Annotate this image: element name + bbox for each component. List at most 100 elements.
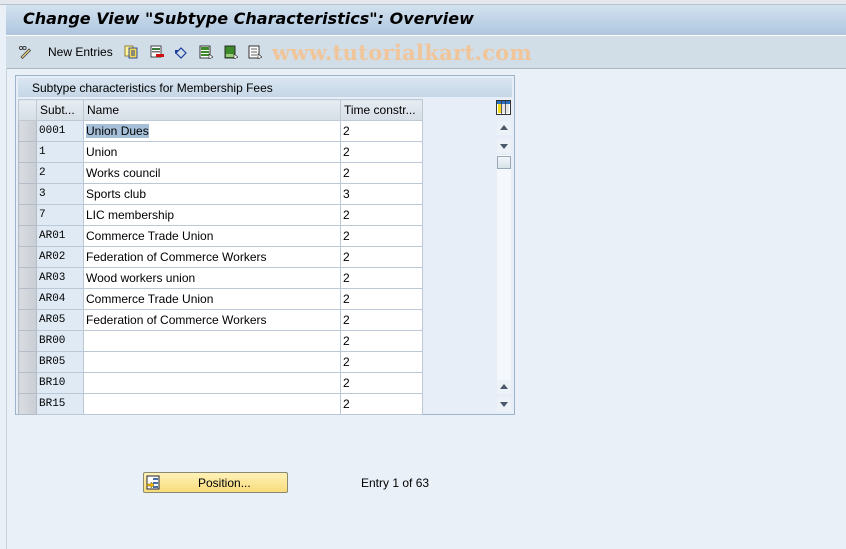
cell-subtype: AR03 [36, 267, 84, 289]
select-all-button[interactable] [199, 43, 213, 61]
table-row: 0001 Union Dues 2 [18, 120, 423, 142]
row-selector[interactable] [18, 267, 37, 289]
scroll-up-button[interactable] [497, 121, 511, 135]
cell-name-text: Commerce Trade Union [86, 229, 214, 243]
cell-time-constraint[interactable]: 2 [340, 393, 423, 415]
cell-name[interactable] [83, 372, 341, 394]
cell-subtype: AR02 [36, 246, 84, 268]
column-header-subtype[interactable]: Subt... [36, 99, 84, 121]
scroll-down-button[interactable] [497, 139, 511, 153]
table-row: 7 LIC membership 2 [18, 204, 423, 226]
new-entries-label: New Entries [48, 45, 113, 59]
cell-subtype: BR05 [36, 351, 84, 373]
data-table: Subt... Name Time constr... 0001 Union Du… [18, 99, 423, 415]
cell-time-constraint[interactable]: 2 [340, 225, 423, 247]
column-settings-button[interactable] [496, 100, 511, 115]
copy-icon [124, 45, 138, 59]
cell-time-constraint[interactable]: 2 [340, 162, 423, 184]
row-selector[interactable] [18, 288, 37, 310]
page-down-button[interactable] [497, 397, 511, 411]
select-all-rows-header[interactable] [18, 99, 37, 121]
cell-name[interactable] [83, 351, 341, 373]
row-selector[interactable] [18, 246, 37, 268]
scrollbar-thumb[interactable] [497, 156, 511, 169]
row-selector[interactable] [18, 309, 37, 331]
cell-name-text: Federation of Commerce Workers [86, 250, 267, 264]
pencil-glasses-icon [18, 45, 32, 59]
cell-name[interactable]: Union [83, 141, 341, 163]
copy-as-button[interactable] [124, 43, 138, 61]
cell-name-text: Union Dues [86, 124, 149, 138]
undo-change-button[interactable] [174, 43, 188, 61]
new-entries-button[interactable]: New Entries [48, 43, 113, 61]
cell-time-constraint[interactable]: 2 [340, 288, 423, 310]
row-selector[interactable] [18, 351, 37, 373]
cell-name[interactable]: Federation of Commerce Workers [83, 309, 341, 331]
row-selector[interactable] [18, 183, 37, 205]
cell-subtype: 7 [36, 204, 84, 226]
cell-name[interactable]: Wood workers union [83, 267, 341, 289]
entry-counter: Entry 1 of 63 [361, 476, 430, 490]
cell-name[interactable] [83, 393, 341, 415]
table-row: AR05 Federation of Commerce Workers 2 [18, 309, 423, 331]
cell-time-constraint[interactable]: 3 [340, 183, 423, 205]
cell-name[interactable]: Union Dues [83, 120, 341, 142]
delete-row-icon [150, 45, 164, 58]
scrollbar-track[interactable] [497, 155, 511, 382]
position-button-label: Position... [198, 476, 251, 490]
title-bar: Change View "Subtype Characteristics": O… [6, 5, 846, 36]
cell-name-text: Works council [86, 166, 161, 180]
cell-time-constraint[interactable]: 2 [340, 120, 423, 142]
undo-icon [175, 47, 187, 59]
table-settings-icon [497, 101, 510, 114]
table-title-bar: Subtype characteristics for Membership F… [18, 78, 512, 97]
row-selector[interactable] [18, 393, 37, 415]
deselect-all-icon [248, 45, 262, 59]
column-header-name[interactable]: Name [83, 99, 341, 121]
cell-name[interactable]: Federation of Commerce Workers [83, 246, 341, 268]
cell-time-constraint[interactable]: 2 [340, 246, 423, 268]
table-row: AR01 Commerce Trade Union 2 [18, 225, 423, 247]
cell-time-constraint[interactable]: 2 [340, 351, 423, 373]
select-block-button[interactable] [224, 43, 238, 61]
display-change-button[interactable] [18, 43, 32, 61]
row-selector[interactable] [18, 204, 37, 226]
row-selector[interactable] [18, 120, 37, 142]
cell-name[interactable]: Commerce Trade Union [83, 225, 341, 247]
table-panel: Subtype characteristics for Membership F… [15, 75, 515, 415]
cell-name-text: LIC membership [86, 208, 175, 222]
cell-time-constraint[interactable]: 2 [340, 372, 423, 394]
cell-time-constraint[interactable]: 2 [340, 267, 423, 289]
cell-name[interactable]: Commerce Trade Union [83, 288, 341, 310]
select-all-icon [199, 45, 213, 59]
cell-time-constraint[interactable]: 2 [340, 330, 423, 352]
table-title: Subtype characteristics for Membership F… [32, 81, 273, 95]
table-row: 3 Sports club 3 [18, 183, 423, 205]
select-block-icon [224, 45, 238, 59]
position-button[interactable]: Position... [143, 472, 288, 493]
row-selector[interactable] [18, 141, 37, 163]
column-header-time-constraint[interactable]: Time constr... [340, 99, 423, 121]
deselect-all-button[interactable] [248, 43, 262, 61]
cell-name-text: Federation of Commerce Workers [86, 313, 267, 327]
arrow-down-icon [500, 402, 508, 407]
cell-name-text: Union [86, 145, 118, 159]
cell-name[interactable]: Works council [83, 162, 341, 184]
row-selector[interactable] [18, 330, 37, 352]
cell-name[interactable]: LIC membership [83, 204, 341, 226]
cell-time-constraint[interactable]: 2 [340, 141, 423, 163]
cell-subtype: BR15 [36, 393, 84, 415]
row-selector[interactable] [18, 162, 37, 184]
table-row: AR04 Commerce Trade Union 2 [18, 288, 423, 310]
cell-time-constraint[interactable]: 2 [340, 309, 423, 331]
row-selector[interactable] [18, 225, 37, 247]
row-selector[interactable] [18, 372, 37, 394]
cell-name[interactable]: Sports club [83, 183, 341, 205]
cell-name[interactable] [83, 330, 341, 352]
arrow-down-icon [500, 144, 508, 149]
table-row: BR05 2 [18, 351, 423, 373]
page-up-button[interactable] [497, 380, 511, 394]
table-row: AR03 Wood workers union 2 [18, 267, 423, 289]
cell-time-constraint[interactable]: 2 [340, 204, 423, 226]
delete-button[interactable] [150, 43, 164, 61]
